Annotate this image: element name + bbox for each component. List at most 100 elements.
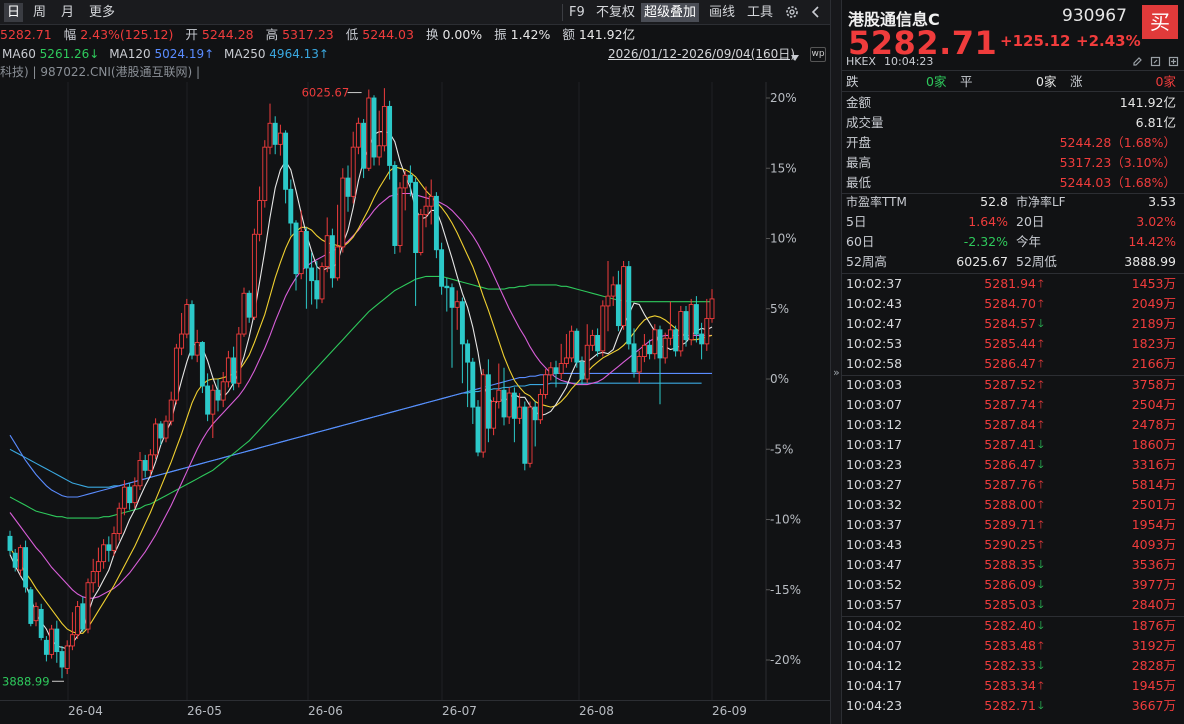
trade-volume: 2828万: [1131, 658, 1176, 673]
candle-body: [111, 533, 117, 551]
pb-label: 市净率LF: [1016, 195, 1066, 209]
trade-row: 10:02:43 5284.70 🡑 2049万: [842, 294, 1184, 314]
arrow-up-icon: 🡑: [1038, 398, 1044, 411]
plus-icon[interactable]: [1168, 56, 1179, 67]
candle-body: [90, 571, 96, 584]
d5-label: 5日: [846, 214, 867, 229]
date-range-selector[interactable]: 2026/01/12-2026/09/04(160日): [608, 45, 795, 64]
overlay-index-bar: 科技) | 987022.CNI(港股通互联网) |: [0, 65, 201, 79]
f9-button[interactable]: F9: [566, 3, 588, 22]
candle-body: [657, 329, 663, 359]
candle-body: [194, 342, 200, 356]
trade-row: 10:02:37 5281.94 🡑 1453万: [842, 274, 1184, 294]
candle-body: [433, 195, 439, 251]
candle-body: [215, 389, 221, 401]
high52-label: 52周高: [846, 254, 887, 269]
candle-body: [205, 385, 211, 415]
double-chevron-icon[interactable]: »: [833, 366, 840, 379]
pe-label: 市盈率TTM: [846, 195, 907, 209]
ma5-line: [9, 131, 713, 650]
chevron-left-icon[interactable]: [809, 5, 823, 19]
ma250-label[interactable]: MA250: [224, 47, 265, 61]
ma10-line: [9, 166, 713, 634]
trade-row: 10:04:23 5282.71 🡓 3667万: [842, 696, 1184, 716]
gear-icon[interactable]: [784, 4, 800, 20]
breadth-row: 跌 0家 平 0家 涨 0家: [842, 72, 1184, 92]
buy-button[interactable]: 买: [1142, 5, 1178, 39]
trade-price: 5288.35: [984, 557, 1036, 572]
trade-volume: 1945万: [1131, 678, 1176, 693]
candle-body: [543, 374, 549, 395]
price-change: +125.12: [1000, 32, 1071, 50]
trade-volume: 3977万: [1131, 577, 1176, 592]
candle-body: [210, 389, 216, 415]
candle-body: [158, 423, 164, 439]
ma250-line: [9, 382, 702, 488]
y-tick-label: 5%: [770, 302, 789, 316]
low-value: 5244.03: [362, 27, 414, 42]
trade-price: 5282.33: [984, 658, 1036, 673]
flat-label: 平: [960, 74, 973, 89]
edit-icon[interactable]: [1132, 56, 1143, 67]
link-icon[interactable]: [1150, 56, 1161, 67]
trade-time: 10:03:43: [846, 537, 903, 552]
candle-body: [397, 187, 403, 246]
tab-more[interactable]: 更多: [86, 3, 118, 22]
tab-weekly[interactable]: 周: [30, 3, 49, 22]
pe-value: 52.8: [980, 194, 1008, 209]
trade-row: 10:03:23 5286.47 🡓 3316万: [842, 455, 1184, 475]
turnover-label: 换: [425, 27, 439, 42]
trade-price: 5290.25: [984, 537, 1036, 552]
arrow-up-icon: 🡑: [1038, 679, 1044, 692]
pb-value: 3.53: [1148, 194, 1176, 209]
candle-body: [678, 311, 684, 352]
high-annotation: 6025.67: [302, 86, 350, 100]
no-adjust-button[interactable]: 不复权: [593, 3, 638, 22]
candle-body: [558, 363, 564, 374]
candle-body: [459, 301, 465, 345]
trade-row: 10:03:37 5289.71 🡑 1954万: [842, 515, 1184, 535]
trade-row: 10:02:47 5284.57 🡓 2189万: [842, 314, 1184, 334]
candle-body: [491, 401, 497, 429]
tools-button[interactable]: 工具: [744, 3, 776, 22]
trade-time: 10:04:23: [846, 698, 903, 713]
period-return-row: 5日 1.64% 20日 3.02%: [842, 212, 1184, 232]
x-tick: 26-09: [712, 704, 747, 718]
tab-monthly[interactable]: 月: [58, 3, 77, 22]
trade-volume: 2189万: [1131, 316, 1176, 331]
trade-price: 5282.71: [984, 698, 1036, 713]
stat-row: 最高 5317.23（3.10%）: [842, 153, 1184, 173]
candle-body: [366, 97, 372, 169]
trade-volume: 4093万: [1131, 537, 1176, 552]
trade-time: 10:03:12: [846, 417, 903, 432]
stat-label: 最低: [846, 175, 872, 190]
candle-body: [127, 486, 133, 504]
trade-volume: 3536万: [1131, 557, 1176, 572]
dropdown-arrow-icon[interactable]: [790, 50, 800, 61]
candle-body: [38, 608, 44, 638]
trade-row: 10:03:47 5288.35 🡓 3536万: [842, 555, 1184, 575]
trade-price: 5287.74: [984, 397, 1036, 412]
wp-icon[interactable]: wp: [810, 47, 826, 62]
super-overlay-button[interactable]: 超级叠加: [641, 3, 700, 22]
candle-body: [376, 145, 382, 158]
candle-body: [470, 361, 476, 408]
draw-line-button[interactable]: 画线: [706, 3, 738, 22]
trade-price: 5284.57: [984, 316, 1036, 331]
ma60-label[interactable]: MA60: [2, 47, 36, 61]
arrow-down-icon: 🡓: [1038, 458, 1044, 471]
ma120-label[interactable]: MA120: [109, 47, 150, 61]
panel-collapse-handle[interactable]: »: [830, 0, 842, 724]
trade-price: 5283.34: [984, 678, 1036, 693]
trade-volume: 1954万: [1131, 517, 1176, 532]
kline-chart[interactable]: 20% 15% 10% 5% 0% -5% -10% -15% -20% 6025.67 3888.…: [0, 82, 830, 700]
divider-line: [842, 91, 1184, 92]
ma-legend-bar: MA60 5261.26↓ MA120 5024.19↑ MA250 4964.…: [0, 45, 830, 64]
candle-body: [475, 406, 481, 453]
ma60-line: [9, 275, 712, 519]
amp-value: 2.43%(125.12): [80, 27, 174, 42]
trade-time: 10:02:53: [846, 336, 903, 351]
trade-volume: 1453万: [1131, 276, 1176, 291]
tab-daily[interactable]: 日: [4, 3, 24, 22]
y-tick-label: -5%: [770, 442, 793, 456]
